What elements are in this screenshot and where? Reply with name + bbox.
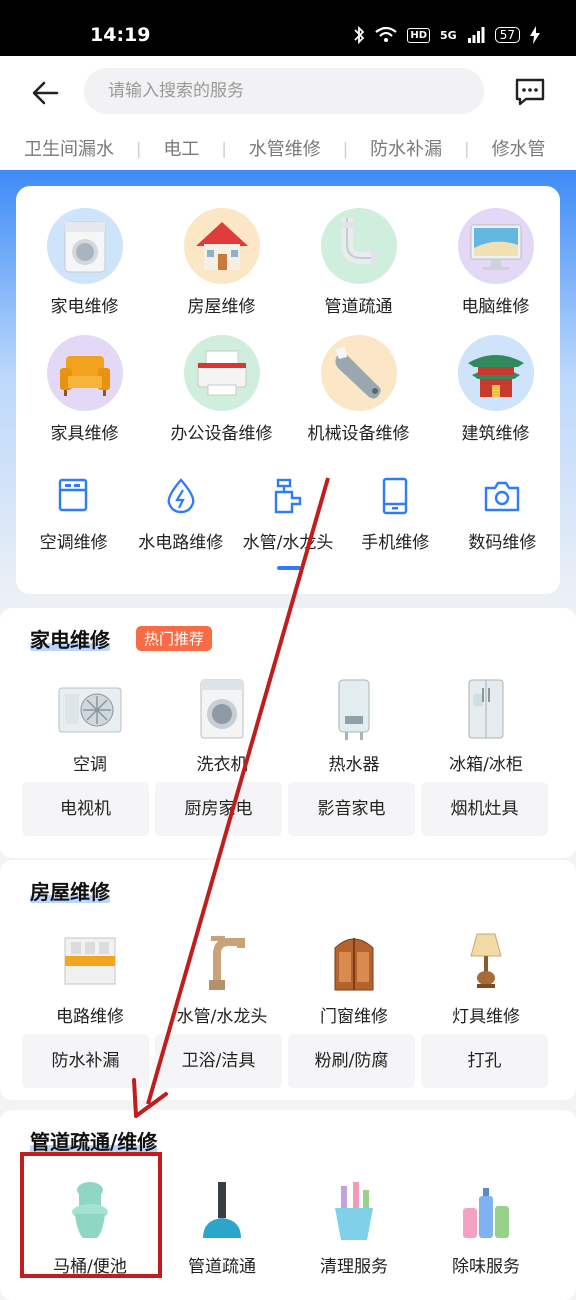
category-pipe-dredging[interactable]: 管道疏通 bbox=[290, 208, 427, 317]
chip-sanitary[interactable]: 卫浴/洁具 bbox=[155, 1034, 282, 1088]
product-deodorize-service[interactable]: 除味服务 bbox=[420, 1180, 552, 1277]
section-title: 家电维修 bbox=[30, 628, 110, 652]
category-ac-repair[interactable]: 空调维修 bbox=[20, 476, 127, 553]
hot-tag[interactable]: 防水补漏 bbox=[370, 135, 442, 161]
signal-icon bbox=[467, 27, 485, 43]
bottles-icon bbox=[463, 1188, 509, 1238]
computer-icon bbox=[470, 224, 521, 270]
product-air-conditioner[interactable]: 空调 bbox=[24, 678, 156, 775]
hot-tag[interactable]: 修水管 bbox=[492, 135, 546, 161]
chip-drilling[interactable]: 打孔 bbox=[421, 1034, 548, 1088]
water-heater-icon bbox=[338, 679, 370, 740]
phone-icon bbox=[383, 477, 408, 515]
product-faucet-repair[interactable]: 水管/水龙头 bbox=[156, 930, 288, 1027]
door-icon bbox=[334, 938, 374, 991]
tap-icon bbox=[209, 936, 245, 990]
category-machinery-repair[interactable]: 机械设备维修 bbox=[290, 335, 427, 444]
washing-machine-icon bbox=[64, 221, 105, 273]
status-time: 14:19 bbox=[90, 24, 151, 46]
chip-tv[interactable]: 电视机 bbox=[22, 782, 149, 836]
hot-tag[interactable]: 电工 bbox=[163, 135, 199, 161]
product-washing-machine[interactable]: 洗衣机 bbox=[156, 678, 288, 775]
product-water-heater[interactable]: 热水器 bbox=[288, 678, 420, 775]
section-title: 房屋维修 bbox=[30, 880, 110, 904]
plunger-icon bbox=[203, 1182, 241, 1238]
product-toilet[interactable]: 马桶/便池 bbox=[24, 1180, 156, 1277]
faucet-icon bbox=[274, 478, 302, 514]
ac-unit-icon bbox=[58, 687, 122, 733]
hot-search-tags: 卫生间漏水 | 电工 | 水管维修 | 防水补漏 | 修水管 bbox=[0, 126, 576, 170]
breaker-icon bbox=[64, 937, 116, 985]
house-section: 房屋维修 电路维修 水管/水龙头 门窗维修 灯具维修 防水补漏 卫浴/洁具 粉刷… bbox=[0, 860, 576, 1100]
search-header: 请输入搜索的服务 bbox=[0, 56, 576, 126]
product-fridge[interactable]: 冰箱/冰柜 bbox=[420, 678, 552, 775]
message-icon[interactable] bbox=[514, 76, 546, 108]
lamp-icon bbox=[470, 933, 502, 988]
hd-badge: HD bbox=[407, 27, 431, 43]
section-title: 管道疏通/维修 bbox=[30, 1130, 158, 1154]
wrench-icon bbox=[334, 347, 381, 399]
bluetooth-icon bbox=[354, 26, 365, 44]
fridge-icon bbox=[468, 679, 504, 739]
pavilion-icon bbox=[467, 355, 524, 397]
pipe-section: 管道疏通/维修 马桶/便池 管道疏通 清理服务 除味服务 bbox=[0, 1110, 576, 1300]
hot-tag[interactable]: 卫生间漏水 bbox=[24, 135, 114, 161]
status-bar: 14:19 HD 5G 57 bbox=[0, 0, 576, 56]
hot-tag[interactable]: 水管维修 bbox=[249, 135, 321, 161]
chip-hood-stove[interactable]: 烟机灶具 bbox=[421, 782, 548, 836]
product-door-window-repair[interactable]: 门窗维修 bbox=[288, 930, 420, 1027]
charging-icon bbox=[530, 26, 540, 44]
page-indicator bbox=[277, 566, 301, 570]
category-card: 家电维修 房屋维修 管道疏通 电脑维修 家具维修 办公设备维修 机械设备维修 建… bbox=[16, 186, 560, 594]
cleaning-bucket-icon bbox=[335, 1182, 373, 1240]
category-office-equipment-repair[interactable]: 办公设备维修 bbox=[153, 335, 290, 444]
camera-icon bbox=[485, 481, 520, 512]
category-building-repair[interactable]: 建筑维修 bbox=[427, 335, 564, 444]
chip-av-appliance[interactable]: 影音家电 bbox=[288, 782, 415, 836]
appliance-section: 家电维修 热门推荐 空调 洗衣机 热水器 冰箱/冰柜 电视机 厨房家电 影音家电… bbox=[0, 608, 576, 858]
chip-kitchen-appliance[interactable]: 厨房家电 bbox=[155, 782, 282, 836]
water-drop-icon bbox=[167, 478, 195, 514]
product-circuit-repair[interactable]: 电路维修 bbox=[24, 930, 156, 1027]
hot-recommend-badge: 热门推荐 bbox=[136, 626, 213, 651]
category-appliance-repair[interactable]: 家电维修 bbox=[16, 208, 153, 317]
back-arrow-icon[interactable] bbox=[30, 78, 60, 108]
category-faucet-repair[interactable]: 水管/水龙头 bbox=[234, 476, 341, 553]
category-furniture-repair[interactable]: 家具维修 bbox=[16, 335, 153, 444]
category-house-repair[interactable]: 房屋维修 bbox=[153, 208, 290, 317]
pipe-icon bbox=[338, 218, 377, 266]
product-lamp-repair[interactable]: 灯具维修 bbox=[420, 930, 552, 1027]
printer-icon bbox=[197, 350, 246, 396]
sofa-icon bbox=[59, 356, 110, 396]
battery-indicator: 57 bbox=[494, 27, 520, 43]
chip-painting[interactable]: 粉刷/防腐 bbox=[288, 1034, 415, 1088]
chip-waterproofing[interactable]: 防水补漏 bbox=[22, 1034, 149, 1088]
washer-icon bbox=[200, 679, 244, 739]
category-water-electric-repair[interactable]: 水电路维修 bbox=[127, 476, 234, 553]
toilet-icon bbox=[72, 1182, 108, 1238]
product-pipe-dredging[interactable]: 管道疏通 bbox=[156, 1180, 288, 1277]
category-computer-repair[interactable]: 电脑维修 bbox=[427, 208, 564, 317]
house-icon bbox=[195, 222, 248, 270]
wifi-icon bbox=[375, 27, 398, 42]
category-digital-repair[interactable]: 数码维修 bbox=[449, 476, 556, 553]
category-phone-repair[interactable]: 手机维修 bbox=[342, 476, 449, 553]
search-input[interactable]: 请输入搜索的服务 bbox=[84, 68, 484, 114]
air-conditioner-icon bbox=[58, 478, 87, 512]
network-label: 5G bbox=[440, 28, 457, 42]
product-cleaning-service[interactable]: 清理服务 bbox=[288, 1180, 420, 1277]
